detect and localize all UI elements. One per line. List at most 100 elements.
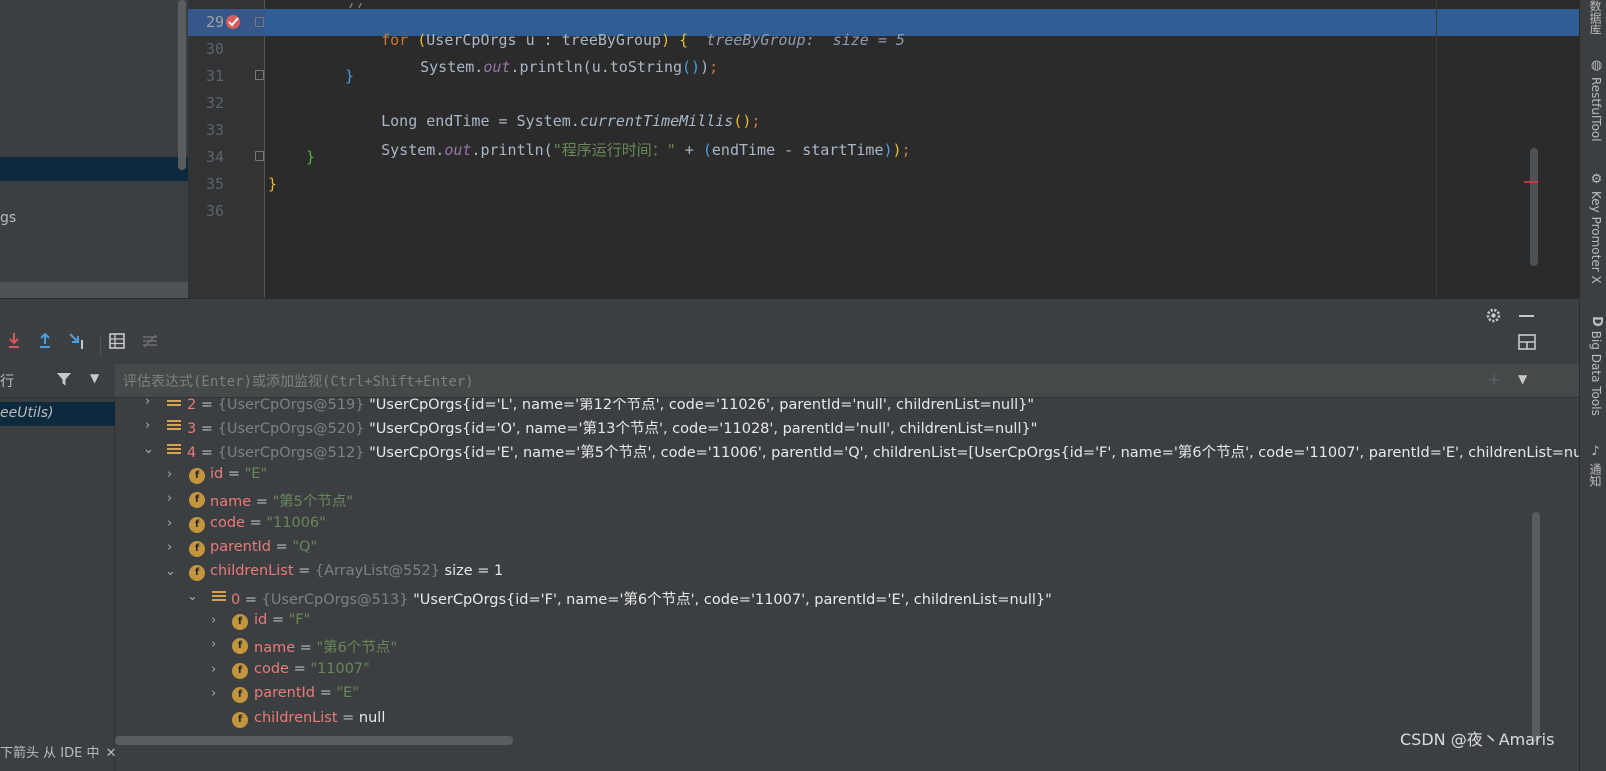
editor-gutter[interactable]: 29 30 31 32 33 34 35 36 [188,0,265,298]
chevron-right-icon[interactable]: › [145,398,150,409]
debug-toolbar [0,330,1579,364]
chevron-down-icon[interactable]: ▼ [90,371,99,385]
var-ref: {UserCpOrgs@519} [217,398,365,413]
breakpoint-icon[interactable] [224,13,242,31]
line-number: 32 [205,94,224,112]
debug-panel-header [0,298,1579,330]
chevron-right-icon[interactable]: › [167,540,172,555]
frames-hint-text: 下箭头 从 IDE 中 [0,746,100,761]
variables-tree[interactable]: › 2 = {UserCpOrgs@519} "UserCpOrgs{id='L… [115,398,1579,771]
tool-big-data[interactable]: D Big Data Tools [1584,316,1604,416]
add-watch-icon[interactable]: + [1487,370,1501,390]
chevron-right-icon[interactable]: › [167,467,172,482]
tool-notifications-label: 通知 [1588,463,1602,487]
chevron-down-icon[interactable]: ▼ [1518,372,1527,386]
step-out-icon[interactable] [37,332,53,350]
var-index: 4 [187,445,197,461]
project-selected-row[interactable] [0,157,188,181]
field-name: name [254,640,296,656]
field-name: childrenList [210,563,294,579]
field-icon: f [189,492,205,508]
chevron-right-icon[interactable]: › [167,491,172,506]
layout-settings-icon[interactable] [1518,334,1536,350]
code-line-30[interactable]: System.out.println(u.toString()); [384,40,718,94]
frames-list[interactable]: eeUtils) [0,398,115,771]
line-number: 35 [205,175,224,193]
error-stripe-mark[interactable] [1524,181,1538,183]
field-icon: f [189,541,205,557]
var-index: 3 [187,421,197,437]
watermark: CSDN @夜丶Amaris [1400,730,1555,749]
var-ref: {UserCpOrgs@520} [217,421,365,437]
fold-marker-icon[interactable] [255,151,264,161]
inline-debug-hint: treeByGroup: size = 5 [688,31,905,49]
tool-database[interactable]: 数据库 [1584,0,1604,34]
field-name: parentId [210,539,272,555]
variables-horizontal-scrollbar[interactable] [115,736,513,745]
field-icon: f [189,517,205,533]
field-name: parentId [254,685,316,701]
field-name: childrenList [254,710,338,726]
minimize-icon[interactable] [1519,315,1534,317]
list-item-icon [167,444,181,458]
mute-breakpoints-icon[interactable] [142,333,158,349]
right-margin-guide [1436,0,1437,298]
evaluate-expression-input[interactable] [123,371,1463,393]
tool-restfultool[interactable]: ◍ RestfulTool [1584,58,1604,142]
frames-hint-footer: 下箭头 从 IDE 中 ✕ [0,742,115,764]
tool-restfultool-label: RestfulTool [1589,77,1603,142]
run-to-cursor-icon[interactable] [68,332,88,350]
step-into-icon[interactable] [6,332,22,350]
field-value: "E" [336,685,359,701]
line-number: 30 [205,40,224,58]
tool-key-promoter[interactable]: ⚙ Key Promoter X [1584,172,1604,284]
var-ref: {UserCpOrgs@512} [217,445,365,461]
variables-vertical-scrollbar[interactable] [1532,512,1540,742]
d-icon: D [1589,316,1604,327]
gear-icon[interactable] [1485,307,1502,324]
chevron-right-icon[interactable]: › [211,637,216,652]
field-icon: f [189,565,205,581]
chevron-down-icon[interactable]: ⌄ [187,589,198,604]
line-number: 33 [205,121,224,139]
line-number: 34 [205,148,224,166]
chevron-right-icon[interactable]: › [145,418,150,433]
code-line-33[interactable]: System.out.println("程序运行时间：" + (endTime … [345,121,910,178]
field-icon: f [232,687,248,703]
code-line-35[interactable]: } [268,175,277,193]
project-scrollbar[interactable] [178,0,186,170]
code-line-28-partial: //... [345,0,390,8]
list-item-icon [212,591,226,605]
tool-big-data-label: Big Data Tools [1589,330,1603,416]
toolbar-divider [100,336,101,356]
project-item-label[interactable]: gs [0,210,16,226]
field-value: "11006" [266,515,326,531]
code-editor[interactable]: 29 30 31 32 33 34 35 36 //... for (UserC… [188,0,1579,298]
close-icon[interactable]: ✕ [106,746,115,761]
chevron-right-icon[interactable]: › [211,613,216,628]
tool-notifications[interactable]: ♪ 通知 [1584,444,1604,487]
field-value: "F" [288,612,311,628]
tool-key-promoter-label: Key Promoter X [1589,191,1603,284]
field-icon: f [232,712,248,728]
editor-scrollbar[interactable] [1530,148,1538,266]
line-number: 31 [205,67,224,85]
chevron-right-icon[interactable]: › [167,516,172,531]
chevron-right-icon[interactable]: › [211,686,216,701]
code-line-31[interactable]: } [345,67,354,85]
fold-marker-icon[interactable] [255,70,264,80]
chevron-down-icon[interactable]: ⌄ [143,442,154,457]
var-value: "UserCpOrgs{id='E', name='第5个节点', code='… [369,445,1579,461]
chevron-right-icon[interactable]: › [211,662,216,677]
code-line-34[interactable]: } [306,148,315,166]
field-value: null [358,710,386,726]
field-value: "E" [244,466,268,482]
field-icon: f [189,468,205,484]
fold-marker-icon[interactable] [255,17,264,27]
var-value: "UserCpOrgs{id='L', name='第12个节点', code=… [369,398,1035,413]
chevron-down-icon[interactable]: ⌄ [165,564,176,579]
var-ref: {UserCpOrgs@513} [261,592,409,608]
filter-icon[interactable] [56,371,72,387]
frame-selected[interactable]: eeUtils) [0,402,115,426]
evaluate-table-icon[interactable] [109,333,125,349]
